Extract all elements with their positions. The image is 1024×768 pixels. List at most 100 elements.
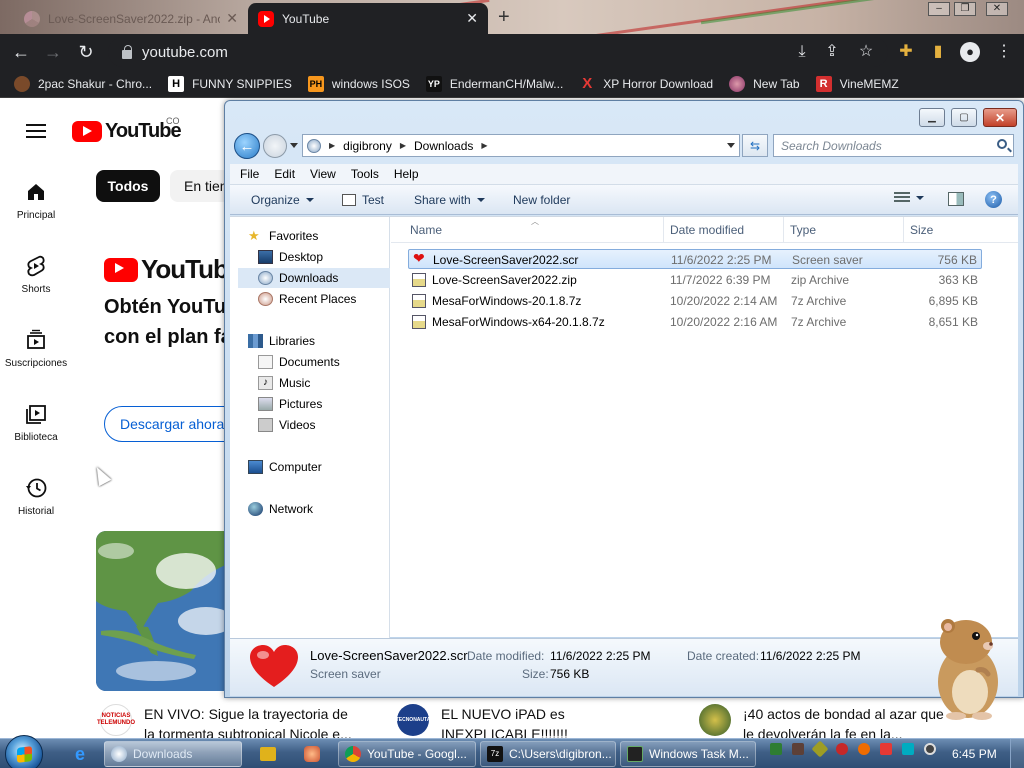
file-row[interactable]: MesaForWindows-20.1.8.7z 10/20/2022 2:14… (408, 291, 982, 311)
recent-pages-dropdown-icon[interactable] (290, 143, 298, 148)
channel-avatar[interactable] (699, 704, 731, 736)
tab-youtube[interactable]: YouTube ✕ (248, 3, 488, 34)
close-icon[interactable]: ✕ (466, 10, 478, 27)
share-with-button[interactable]: Share with (414, 193, 485, 207)
profile-avatar-icon[interactable]: ● (960, 42, 980, 62)
sidebar-item-principal[interactable]: Principal (0, 180, 72, 221)
taskbar-button-task-manager[interactable]: Windows Task M... (620, 741, 756, 767)
view-options-button[interactable] (894, 192, 924, 204)
address-bar[interactable]: youtube.com (108, 37, 888, 67)
minimize-icon[interactable]: ▁ (919, 108, 945, 127)
close-window-icon[interactable]: ✕ (986, 2, 1008, 16)
column-header-name[interactable]: Name (410, 223, 442, 237)
explorer-address-bar[interactable]: ▶ digibrony ▶ Downloads ▶ (302, 134, 740, 157)
menu-tools[interactable]: Tools (351, 167, 379, 181)
back-arrow-icon[interactable]: ← (234, 133, 260, 159)
chip-en-tiempo[interactable]: En tien (170, 170, 230, 202)
breadcrumb-digibrony[interactable]: digibrony (343, 139, 392, 153)
bookmark-2pac[interactable]: 2pac Shakur - Chro... (14, 75, 152, 92)
maximize-icon[interactable]: ▢ (951, 108, 977, 127)
tray-app-icon[interactable] (770, 743, 782, 755)
menu-file[interactable]: File (240, 167, 259, 181)
file-row[interactable]: ❤ Love-ScreenSaver2022.scr 11/6/2022 2:2… (408, 249, 982, 269)
file-row[interactable]: MesaForWindows-x64-20.1.8.7z 10/20/2022 … (408, 312, 982, 332)
nav-computer[interactable]: Computer (248, 457, 406, 477)
search-input[interactable]: Search Downloads (773, 134, 1014, 157)
search-icon[interactable] (997, 139, 1007, 149)
column-header-date[interactable]: Date modified (670, 223, 744, 237)
tray-app-icon[interactable] (880, 743, 892, 755)
video-thumbnail-weather-map[interactable] (96, 531, 236, 691)
nav-favorites[interactable]: ★ Favorites (248, 226, 406, 246)
breadcrumb-arrow-icon[interactable]: ▶ (329, 141, 335, 150)
nav-libraries[interactable]: Libraries (248, 331, 406, 351)
tray-app-icon[interactable] (811, 740, 829, 758)
nav-downloads[interactable]: Downloads (238, 268, 390, 288)
help-button[interactable]: ? (985, 191, 1002, 208)
tray-app-icon[interactable] (902, 743, 914, 755)
column-header-size[interactable]: Size (910, 223, 933, 237)
back-arrow-icon[interactable]: ← (10, 41, 32, 63)
forward-arrow-icon[interactable] (263, 134, 287, 158)
paint-icon[interactable] (300, 742, 324, 766)
sidebar-item-historial[interactable]: Historial (0, 476, 72, 517)
reload-icon[interactable]: ↻ (75, 41, 97, 63)
sidebar-item-biblioteca[interactable]: Biblioteca (0, 402, 72, 443)
extensions-icon[interactable]: ✚ (896, 42, 916, 62)
side-panel-icon[interactable]: ▮ (928, 42, 948, 62)
close-window-icon[interactable]: ✕ (983, 108, 1017, 127)
taskbar-button-downloads[interactable]: Downloads (104, 741, 242, 767)
show-desktop-button[interactable] (1010, 739, 1024, 768)
file-row[interactable]: Love-ScreenSaver2022.zip 11/7/2022 6:39 … (408, 270, 982, 290)
tab-love-screensaver[interactable]: Love-ScreenSaver2022.zip - Ano ✕ (14, 3, 248, 34)
bookmark-funny-snippies[interactable]: H FUNNY SNIPPIES (168, 75, 292, 92)
media-player-icon[interactable] (256, 742, 280, 766)
tray-app-icon[interactable] (792, 743, 804, 755)
share-icon[interactable]: ⇪ (822, 42, 842, 62)
bookmark-star-icon[interactable]: ☆ (856, 42, 876, 62)
organize-button[interactable]: Organize (251, 193, 314, 207)
bookmark-xp-horror[interactable]: X XP Horror Download (579, 75, 713, 92)
new-folder-button[interactable]: New folder (513, 193, 570, 207)
sidebar-item-suscripciones[interactable]: Suscripciones (0, 328, 72, 369)
column-divider[interactable] (903, 217, 904, 243)
menu-view[interactable]: View (310, 167, 336, 181)
menu-help[interactable]: Help (394, 167, 419, 181)
new-tab-button[interactable]: + (498, 6, 510, 29)
bookmark-vinememz[interactable]: R VineMEMZ (815, 75, 899, 92)
taskbar-button-youtube-chrome[interactable]: YouTube - Googl... (338, 741, 476, 767)
channel-avatar[interactable]: NOTICIAS TELEMUNDO (97, 704, 135, 736)
taskbar-button-7zip[interactable]: 7z C:\Users\digibron... (480, 741, 616, 767)
youtube-logo[interactable]: YouTube (72, 120, 182, 143)
internet-explorer-icon[interactable]: e (66, 742, 94, 766)
start-button[interactable] (5, 735, 43, 768)
channel-avatar[interactable]: TECNONAUTA (396, 704, 430, 736)
tray-app-icon[interactable] (858, 743, 870, 755)
install-icon[interactable]: ⤓ (792, 42, 812, 62)
refresh-icon[interactable]: ⇆ (742, 134, 768, 157)
breadcrumb-arrow-icon[interactable]: ▶ (481, 141, 487, 150)
minimize-icon[interactable]: – (928, 2, 950, 16)
bookmark-windows-isos[interactable]: PH windows ISOS (307, 75, 410, 92)
close-icon[interactable]: ✕ (226, 10, 238, 27)
download-now-button[interactable]: Descargar ahora (104, 406, 244, 442)
nav-network[interactable]: Network (248, 499, 406, 519)
hamster-desktop-pet-icon[interactable] (918, 612, 1010, 722)
column-header-type[interactable]: Type (790, 223, 816, 237)
tray-app-icon[interactable] (924, 743, 936, 755)
column-divider[interactable] (783, 217, 784, 243)
menu-kebab-icon[interactable]: ⋮ (994, 42, 1014, 62)
test-button[interactable]: Test (342, 193, 384, 207)
hamburger-menu-icon[interactable] (26, 124, 46, 138)
sidebar-item-shorts[interactable]: Shorts (0, 254, 72, 295)
chip-todos[interactable]: Todos (96, 170, 160, 202)
column-divider[interactable] (663, 217, 664, 243)
forward-arrow-icon[interactable]: → (42, 41, 64, 63)
maximize-icon[interactable]: ❐ (954, 2, 976, 16)
preview-pane-button[interactable] (948, 192, 964, 206)
address-dropdown-icon[interactable] (727, 143, 735, 148)
tray-app-icon[interactable] (836, 743, 848, 755)
breadcrumb-arrow-icon[interactable]: ▶ (400, 141, 406, 150)
menu-edit[interactable]: Edit (274, 167, 295, 181)
bookmark-new-tab[interactable]: New Tab (729, 75, 800, 92)
